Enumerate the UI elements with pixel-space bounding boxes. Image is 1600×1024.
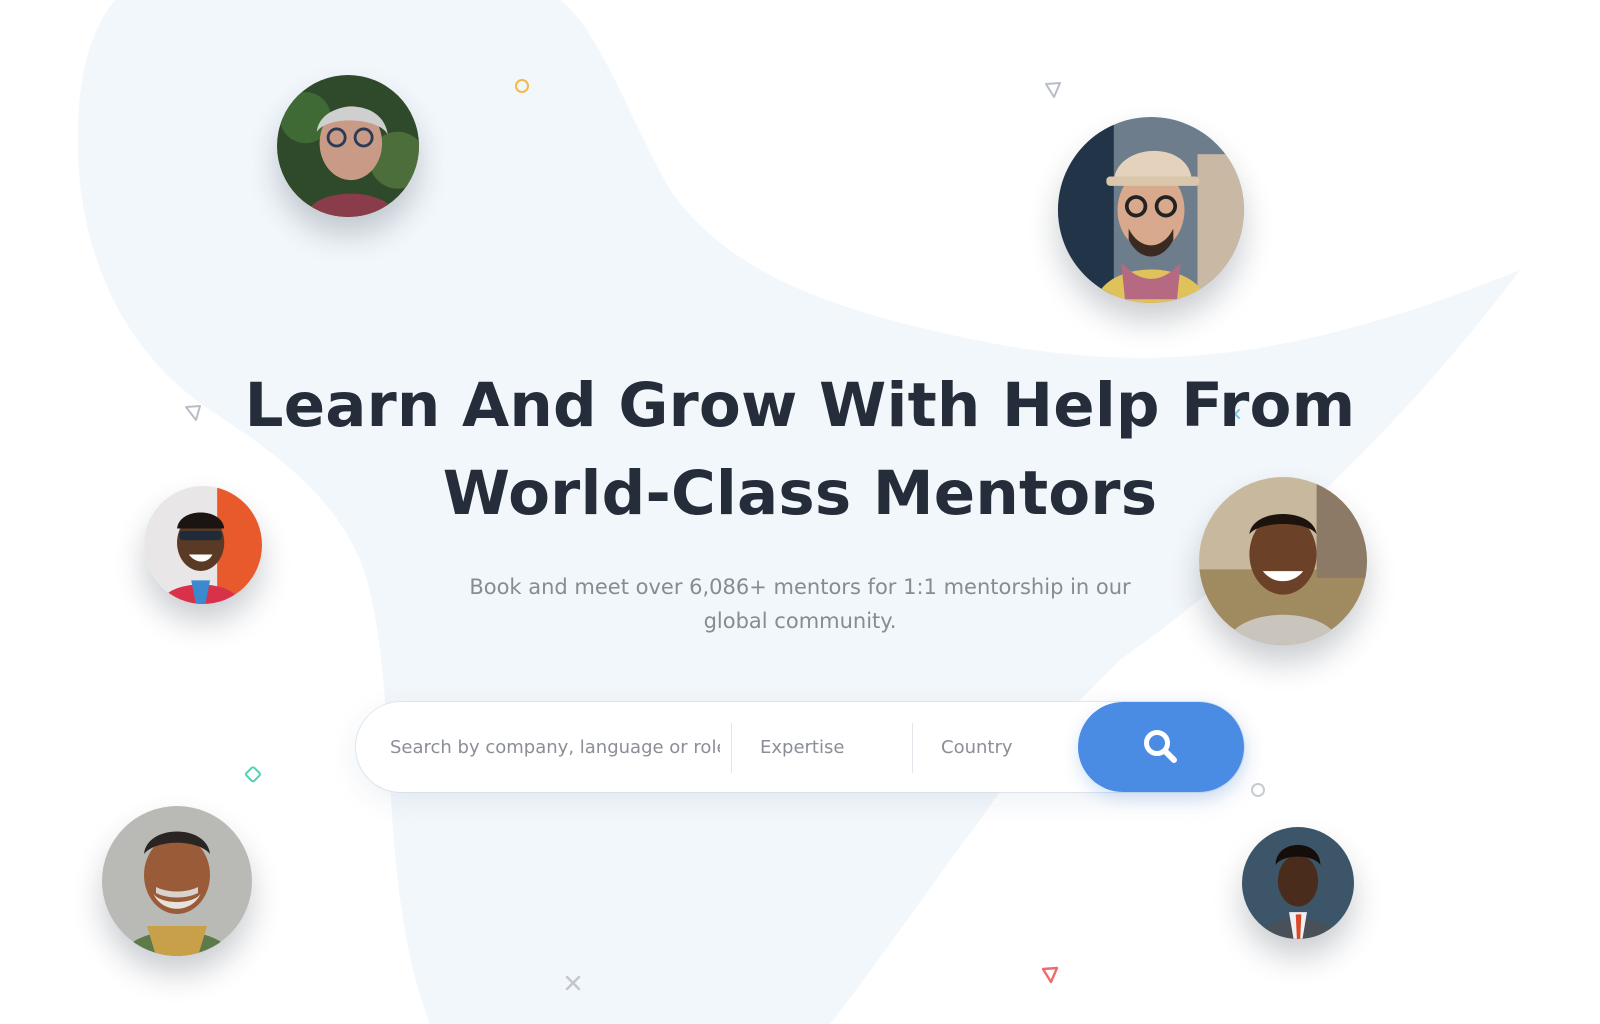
red-triangle-decoration: [1041, 966, 1059, 984]
search-bar: [356, 702, 1244, 792]
person-photo-icon: [1058, 117, 1244, 303]
hero-headline: Learn And Grow With Help From World-Clas…: [200, 362, 1400, 538]
search-icon: [1144, 730, 1177, 763]
hero-subtitle: Book and meet over 6,086+ mentors for 1:…: [460, 570, 1140, 638]
mentor-avatar-2: [1058, 117, 1244, 303]
person-photo-icon: [277, 75, 419, 217]
subtitle-line-1: Book and meet over 6,086+ mentors for 1:…: [469, 575, 1131, 599]
search-divider: [912, 723, 913, 773]
headline-line-2: World-Class Mentors: [442, 458, 1158, 529]
gray-circle-decoration: [1251, 783, 1265, 797]
country-field[interactable]: [941, 722, 1091, 772]
mentor-avatar-6: [1242, 827, 1354, 939]
gray-triangle-decoration: [1045, 82, 1061, 98]
yellow-circle-decoration: [515, 79, 529, 93]
search-input[interactable]: [390, 722, 720, 772]
search-button[interactable]: [1078, 702, 1244, 792]
gray-x-decoration: [565, 975, 581, 991]
search-divider: [731, 723, 732, 773]
headline-line-1: Learn And Grow With Help From: [244, 370, 1356, 441]
teal-diamond-decoration: [245, 766, 261, 783]
mentor-avatar-5: [102, 806, 252, 956]
mentor-avatar-1: [277, 75, 419, 217]
person-photo-icon: [1242, 827, 1354, 939]
subtitle-line-2: global community.: [703, 609, 897, 633]
hero-page: Learn And Grow With Help From World-Clas…: [0, 0, 1600, 1024]
person-photo-icon: [102, 806, 252, 956]
expertise-field[interactable]: [760, 722, 910, 772]
